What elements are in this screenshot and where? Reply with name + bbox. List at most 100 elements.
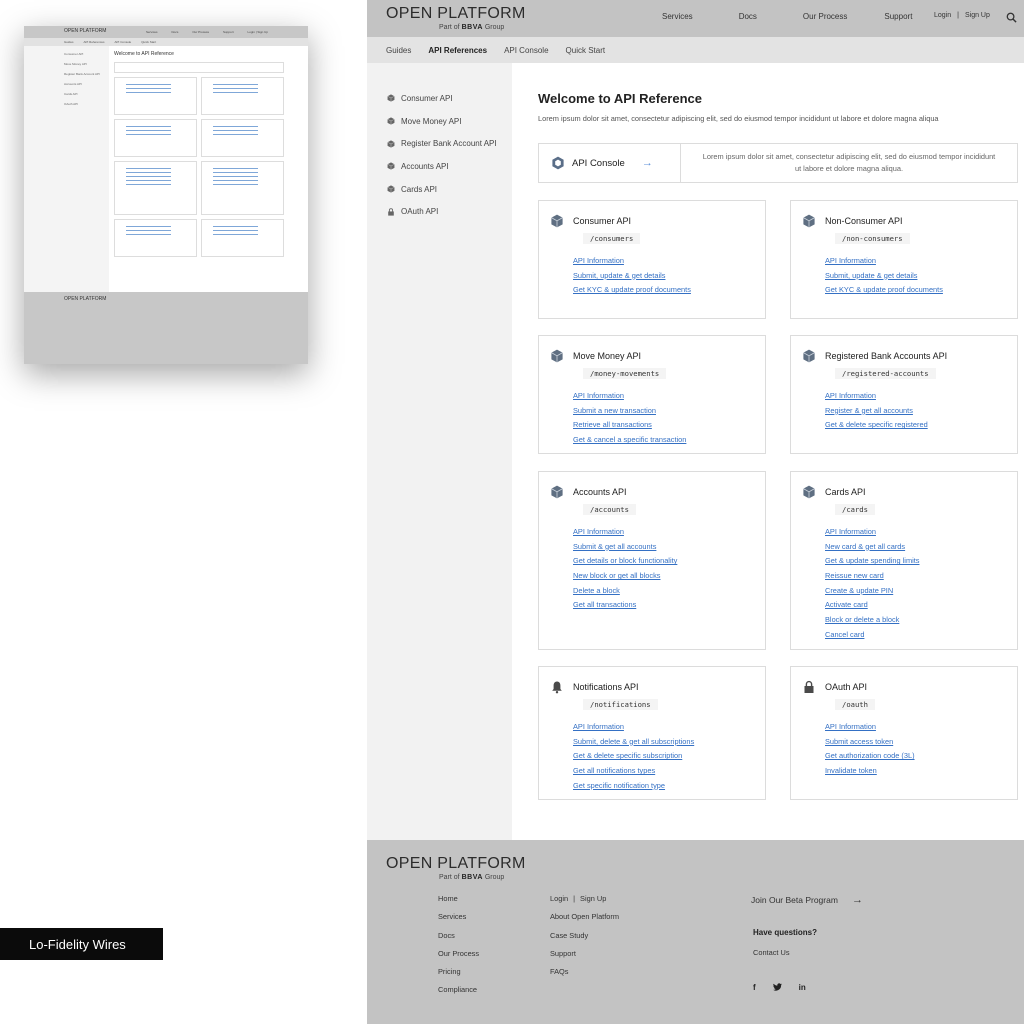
card-link[interactable]: Get specific notification type: [573, 779, 765, 794]
brand-logo[interactable]: OPEN PLATFORM Part of BBVA Group: [386, 5, 526, 31]
card-link[interactable]: Get all transactions: [573, 598, 765, 613]
card-link[interactable]: Get & delete specific registered: [825, 418, 1017, 433]
card-links: API Information New card & get all cards…: [825, 525, 1017, 643]
footer-signup-link[interactable]: Sign Up: [580, 894, 606, 912]
thumb-side-item: Accounts API: [64, 82, 82, 86]
tab-api-console[interactable]: API Console: [504, 46, 548, 55]
api-console-link[interactable]: API Console →: [539, 144, 681, 182]
tab-guides[interactable]: Guides: [386, 46, 411, 55]
footer: OPEN PLATFORM Part of BBVA Group Home Se…: [367, 840, 1024, 1024]
card-link[interactable]: Get & cancel a specific transaction: [573, 433, 765, 448]
nav-services[interactable]: Services: [662, 12, 693, 21]
footer-link-pricing[interactable]: Pricing: [438, 967, 479, 985]
card-link[interactable]: Submit, delete & get all subscriptions: [573, 735, 765, 750]
api-console-banner: API Console → Lorem ipsum dolor sit amet…: [538, 143, 1018, 183]
sidebar-item-move-money-api[interactable]: Move Money API: [387, 110, 512, 133]
card-link[interactable]: Block or delete a block: [825, 613, 1017, 628]
beta-label: Join Our Beta Program: [751, 895, 838, 905]
footer-link-case-study[interactable]: Case Study: [550, 931, 619, 949]
api-console-description: Lorem ipsum dolor sit amet, consectetur …: [702, 151, 996, 174]
card-link[interactable]: Get details or block functionality: [573, 554, 765, 569]
sidebar: Consumer API Move Money API Register Ban…: [367, 63, 512, 840]
footer-link-services[interactable]: Services: [438, 912, 479, 930]
sidebar-item-label: Register Bank Account API: [401, 139, 497, 149]
top-nav: Services Docs Our Process Support: [662, 12, 912, 21]
card-link[interactable]: API Information: [825, 525, 1017, 540]
card-link[interactable]: Invalidate token: [825, 764, 1017, 779]
footer-link-about[interactable]: About Open Platform: [550, 912, 619, 930]
footer-brand-sub: Part of BBVA Group: [439, 874, 526, 881]
facebook-icon[interactable]: f: [753, 983, 756, 993]
card-link[interactable]: Get & delete specific subscription: [573, 749, 765, 764]
thumb-card: [201, 161, 284, 215]
login-link[interactable]: Login: [934, 12, 951, 19]
card-link[interactable]: Get all notifications types: [573, 764, 765, 779]
card-link[interactable]: API Information: [573, 525, 765, 540]
footer-info-col: Login | Sign Up About Open Platform Case…: [550, 894, 619, 985]
sidebar-item-cards-api[interactable]: Cards API: [387, 178, 512, 201]
card-link[interactable]: Submit a new transaction: [573, 404, 765, 419]
bell-icon: [552, 681, 562, 694]
footer-link-docs[interactable]: Docs: [438, 931, 479, 949]
arrow-right-icon: →: [851, 894, 863, 906]
card-link[interactable]: Get & update spending limits: [825, 554, 1017, 569]
linkedin-icon[interactable]: in: [799, 983, 806, 993]
thumb-main: Welcome to API Reference: [111, 48, 287, 257]
card-link[interactable]: New card & get all cards: [825, 540, 1017, 555]
card-link[interactable]: Retrieve all transactions: [573, 418, 765, 433]
footer-link-home[interactable]: Home: [438, 894, 479, 912]
tab-quick-start[interactable]: Quick Start: [566, 46, 606, 55]
card-title: Registered Bank Accounts API: [825, 351, 948, 361]
footer-login-link[interactable]: Login: [550, 894, 568, 912]
card-link[interactable]: Get KYC & update proof documents: [825, 283, 1017, 298]
card-link[interactable]: Submit & get all accounts: [573, 540, 765, 555]
card-link[interactable]: API Information: [573, 720, 765, 735]
nav-support[interactable]: Support: [884, 12, 912, 21]
card-title: Non-Consumer API: [825, 216, 903, 226]
card-link[interactable]: API Information: [573, 389, 765, 404]
search-icon[interactable]: [1006, 12, 1017, 23]
card-link[interactable]: API Information: [825, 389, 1017, 404]
brand-part-of: Part of: [439, 24, 460, 31]
social-links: f in: [753, 983, 806, 993]
hexagon-icon: [552, 156, 564, 170]
tab-api-references[interactable]: API References: [428, 46, 487, 55]
card-endpoint: /oauth: [835, 699, 875, 710]
nav-docs[interactable]: Docs: [739, 12, 757, 21]
cards-cube-icon: [387, 185, 395, 193]
card-link[interactable]: Get KYC & update proof documents: [573, 283, 765, 298]
signup-link[interactable]: Sign Up: [965, 12, 990, 19]
cards-cube-icon: [803, 485, 815, 499]
card-link[interactable]: Activate card: [825, 598, 1017, 613]
card-link[interactable]: Register & get all accounts: [825, 404, 1017, 419]
card-link[interactable]: Submit, update & get details: [825, 269, 1017, 284]
sidebar-item-consumer-api[interactable]: Consumer API: [387, 87, 512, 110]
footer-link-support[interactable]: Support: [550, 949, 619, 967]
sidebar-item-oauth-api[interactable]: OAuth API: [387, 200, 512, 223]
footer-link-faqs[interactable]: FAQs: [550, 967, 619, 985]
card-link[interactable]: Submit access token: [825, 735, 1017, 750]
footer-link-our-process[interactable]: Our Process: [438, 949, 479, 967]
card-link[interactable]: New block or get all blocks: [573, 569, 765, 584]
contact-us-link[interactable]: Contact Us: [753, 948, 790, 957]
card-link[interactable]: API Information: [573, 254, 765, 269]
card-link[interactable]: API Information: [825, 720, 1017, 735]
footer-link-compliance[interactable]: Compliance: [438, 985, 479, 1003]
card-link[interactable]: Reissue new card: [825, 569, 1017, 584]
nav-our-process[interactable]: Our Process: [803, 12, 847, 21]
arrow-right-icon: →: [641, 157, 653, 169]
card-link[interactable]: Submit, update & get details: [573, 269, 765, 284]
card-link[interactable]: Create & update PIN: [825, 584, 1017, 599]
api-card-notifications: Notifications API /notifications API Inf…: [538, 666, 766, 800]
sidebar-item-accounts-api[interactable]: Accounts API: [387, 155, 512, 178]
cube-icon: [551, 214, 563, 228]
sidebar-item-register-bank-account-api[interactable]: Register Bank Account API: [387, 132, 512, 155]
beta-program-link[interactable]: Join Our Beta Program →: [751, 894, 863, 906]
card-link[interactable]: Get authorization code (3L): [825, 749, 1017, 764]
card-link[interactable]: Cancel card: [825, 628, 1017, 643]
twitter-icon[interactable]: [772, 983, 782, 993]
footer-logo[interactable]: OPEN PLATFORM Part of BBVA Group: [386, 855, 526, 881]
card-endpoint: /accounts: [583, 504, 636, 515]
card-link[interactable]: API Information: [825, 254, 1017, 269]
card-link[interactable]: Delete a block: [573, 584, 765, 599]
